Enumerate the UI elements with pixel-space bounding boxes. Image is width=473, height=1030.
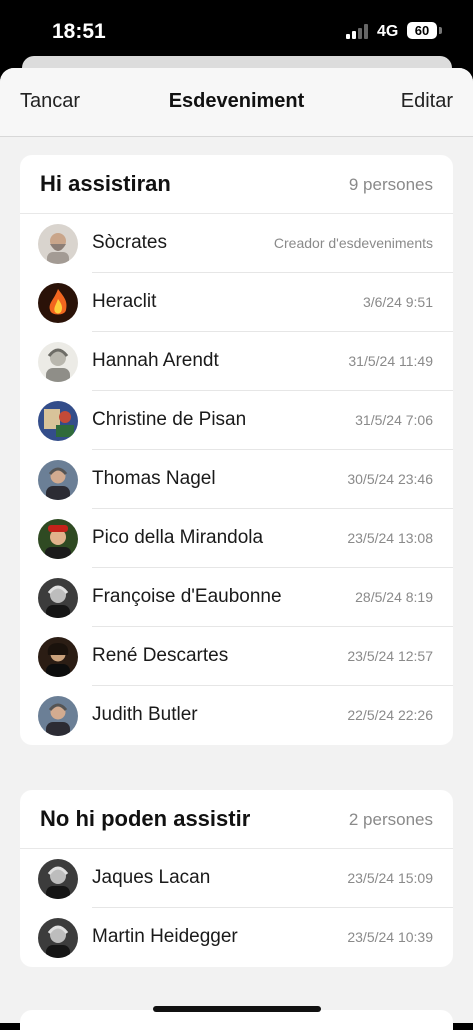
manuscript-avatar-icon [38,401,78,441]
next-card-peek [20,1010,453,1030]
person-name: Jaques Lacan [92,867,211,888]
network-type: 4G [377,23,399,40]
person-name: Judith Butler [92,704,198,725]
list-item[interactable]: René Descartes 23/5/24 12:57 [20,627,453,686]
fire-avatar-icon [38,283,78,323]
person-meta: 31/5/24 11:49 [348,353,433,369]
person-meta: 28/5/24 8:19 [355,589,433,605]
portrait-sketch-avatar-icon [38,342,78,382]
attending-header: Hi assistiran 9 persones [20,155,453,214]
socrates-avatar-icon [38,224,78,264]
person-meta: 3/6/24 9:51 [362,294,433,310]
event-sheet: Tancar Esdeveniment Editar Hi assistiran… [0,68,473,1023]
list-item[interactable]: Françoise d'Eaubonne 28/5/24 8:19 [20,568,453,627]
nav-bar: Tancar Esdeveniment Editar [0,68,473,137]
bw-portrait-avatar-icon [38,918,78,958]
list-item[interactable]: Martin Heidegger 23/5/24 10:39 [20,908,453,967]
person-meta: 30/5/24 23:46 [347,471,433,487]
list-item[interactable]: Jaques Lacan 23/5/24 15:09 [20,849,453,908]
portrait-avatar-icon [38,460,78,500]
person-meta: Creador d'esdeveniments [273,235,433,251]
status-bar: 18:51 4G 60 [0,0,473,62]
list-item[interactable]: Judith Butler 22/5/24 22:26 [20,686,453,745]
painting-avatar-icon [38,519,78,559]
edit-button[interactable]: Editar [401,90,453,113]
list-item[interactable]: Thomas Nagel 30/5/24 23:46 [20,450,453,509]
person-name: René Descartes [92,645,229,666]
person-name: Sòcrates [92,232,167,253]
home-indicator[interactable] [153,1006,321,1012]
list-item[interactable]: Heraclit 3/6/24 9:51 [20,273,453,332]
person-name: Pico della Mirandola [92,527,264,548]
signal-icon [346,24,370,39]
attending-count: 9 persones [348,175,433,194]
person-name: Heraclit [92,291,157,312]
person-name: Hannah Arendt [92,350,219,371]
status-time: 18:51 [52,20,106,43]
person-meta: 31/5/24 7:06 [355,412,433,428]
person-meta: 23/5/24 10:39 [347,929,433,945]
battery-icon: 60 [407,22,437,39]
person-meta: 23/5/24 13:08 [347,530,433,546]
person-name: Françoise d'Eaubonne [92,586,282,607]
declined-list: Jaques Lacan 23/5/24 15:09 Martin Heidegge… [20,849,453,967]
attending-list: Sòcrates Creador d'esdeveniments Heraclit 3… [20,214,453,745]
attending-title: Hi assistiran [40,171,171,196]
list-item[interactable]: Hannah Arendt 31/5/24 11:49 [20,332,453,391]
battery-tip [439,27,442,34]
person-meta: 22/5/24 22:26 [347,707,433,723]
bw-portrait-avatar-icon [38,578,78,618]
list-item[interactable]: Sòcrates Creador d'esdeveniments [20,214,453,273]
portrait-avatar-icon [38,696,78,736]
declined-card: No hi poden assistir 2 persones Jaques L… [20,790,453,967]
list-item[interactable]: Pico della Mirandola 23/5/24 13:08 [20,509,453,568]
person-name: Thomas Nagel [92,468,216,489]
declined-title: No hi poden assistir [40,806,251,831]
declined-count: 2 persones [348,810,433,829]
person-meta: 23/5/24 12:57 [347,648,433,664]
painted-portrait-avatar-icon [38,637,78,677]
person-meta: 23/5/24 15:09 [347,870,433,886]
attending-card: Hi assistiran 9 persones Sòcrates Creador… [20,155,453,745]
person-name: Christine de Pisan [92,409,247,430]
person-name: Martin Heidegger [92,926,238,947]
declined-header: No hi poden assistir 2 persones [20,790,453,849]
bw-portrait-avatar-icon [38,859,78,899]
list-item[interactable]: Christine de Pisan 31/5/24 7:06 [20,391,453,450]
